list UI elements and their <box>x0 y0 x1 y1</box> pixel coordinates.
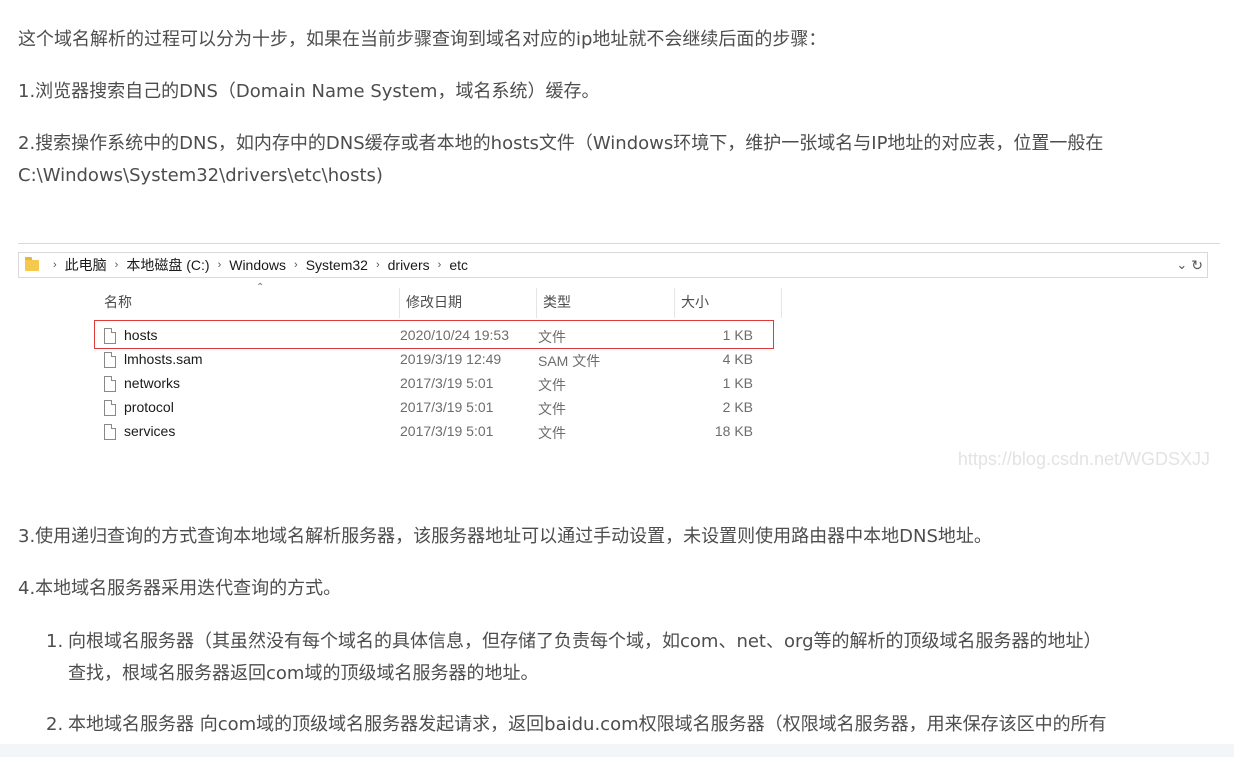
file-row: networks 2017/3/19 5:01 文件 1 KB <box>104 373 784 397</box>
chevron-right-icon: › <box>294 259 298 271</box>
file-icon <box>104 376 116 392</box>
file-name: hosts <box>124 327 158 343</box>
breadcrumb-item: System32 <box>305 257 368 273</box>
list-number: 2. <box>46 714 64 735</box>
chevron-right-icon: › <box>217 259 222 271</box>
step2-paragraph-line1: 2.搜索操作系统中的DNS，如内存中的DNS缓存或者本地的hosts文件（Win… <box>18 133 1104 154</box>
file-name: lmhosts.sam <box>124 351 203 367</box>
explorer-screenshot: › 此电脑 › 本地磁盘 (C:) › Windows › System32 ›… <box>18 243 1220 475</box>
file-type: 文件 <box>538 401 566 417</box>
file-type: 文件 <box>538 329 566 345</box>
file-modified: 2017/3/19 5:01 <box>400 399 494 415</box>
step4-paragraph: 4.本地域名服务器采用迭代查询的方式。 <box>18 578 342 599</box>
column-size: 大小 <box>675 288 782 318</box>
chevron-right-icon: › <box>114 259 119 271</box>
intro-paragraph: 这个域名解析的过程可以分为十步，如果在当前步骤查询到域名对应的ip地址就不会继续… <box>18 29 827 50</box>
step2-paragraph-line2: C:\Windows\System32\drivers\etc\hosts) <box>18 165 383 186</box>
step3-paragraph: 3.使用递归查询的方式查询本地域名解析服务器，该服务器地址可以通过手动设置，未设… <box>18 526 992 547</box>
chevron-right-icon: › <box>53 259 57 271</box>
step1-paragraph: 1.浏览器搜索自己的DNS（Domain Name System，域名系统）缓存… <box>18 81 600 102</box>
file-type: 文件 <box>538 377 566 393</box>
sub-step2-line1: 本地域名服务器 向com域的顶级域名服务器发起请求，返回baidu.com权限域… <box>68 714 1107 735</box>
folder-icon <box>25 256 39 271</box>
chevron-right-icon: › <box>375 259 380 271</box>
breadcrumb-item: 本地磁盘 (C:) <box>126 257 210 273</box>
file-row: protocol 2017/3/19 5:01 文件 2 KB <box>104 397 784 421</box>
file-icon <box>104 424 116 440</box>
file-size: 1 KB <box>722 327 753 343</box>
file-icon <box>104 352 116 368</box>
file-size: 4 KB <box>722 351 753 367</box>
watermark: https://blog.csdn.net/WGDSXJJ <box>957 449 1210 469</box>
column-header-row: ⌃ 名称 修改日期 类型 大小 <box>98 282 782 318</box>
sub-step1-line1: 向根域名服务器（其虽然没有每个域名的具体信息，但存储了负责每个域，如com、ne… <box>68 631 1102 652</box>
file-row: lmhosts.sam 2019/3/19 12:49 SAM 文件 4 KB <box>104 349 784 373</box>
address-bar: › 此电脑 › 本地磁盘 (C:) › Windows › System32 ›… <box>18 252 1208 278</box>
file-name: networks <box>124 375 181 391</box>
file-modified: 2019/3/19 12:49 <box>400 351 502 367</box>
refresh-icon: ↻ <box>1191 256 1203 273</box>
sub-step1-line2: 查找，根域名服务器返回com域的顶级域名服务器的地址。 <box>68 663 539 684</box>
bottom-bar <box>0 744 1234 757</box>
chevron-down-icon: ⌄ <box>1176 257 1188 272</box>
column-name: 名称 <box>98 288 400 318</box>
breadcrumb-item: 此电脑 <box>64 257 107 273</box>
file-row: hosts 2020/10/24 19:53 文件 1 KB <box>104 325 784 349</box>
file-size: 18 KB <box>714 423 753 439</box>
file-type: SAM 文件 <box>538 353 601 369</box>
file-row: services 2017/3/19 5:01 文件 18 KB <box>104 421 784 445</box>
breadcrumb-item: drivers <box>387 257 430 273</box>
breadcrumb-item: etc <box>449 257 468 273</box>
breadcrumb-item: Windows <box>229 257 287 273</box>
column-modified: 修改日期 <box>400 288 537 318</box>
file-size: 2 KB <box>722 399 753 415</box>
divider <box>18 243 1220 244</box>
file-modified: 2017/3/19 5:01 <box>400 423 494 439</box>
file-name: services <box>124 423 176 439</box>
chevron-right-icon: › <box>437 259 442 271</box>
file-icon <box>104 400 116 416</box>
file-modified: 2017/3/19 5:01 <box>400 375 494 391</box>
column-type: 类型 <box>537 288 675 318</box>
file-name: protocol <box>124 399 174 415</box>
file-type: 文件 <box>538 425 566 441</box>
list-number: 1. <box>46 631 64 652</box>
file-modified: 2020/10/24 19:53 <box>400 327 509 343</box>
file-icon <box>104 328 116 344</box>
file-size: 1 KB <box>722 375 753 391</box>
